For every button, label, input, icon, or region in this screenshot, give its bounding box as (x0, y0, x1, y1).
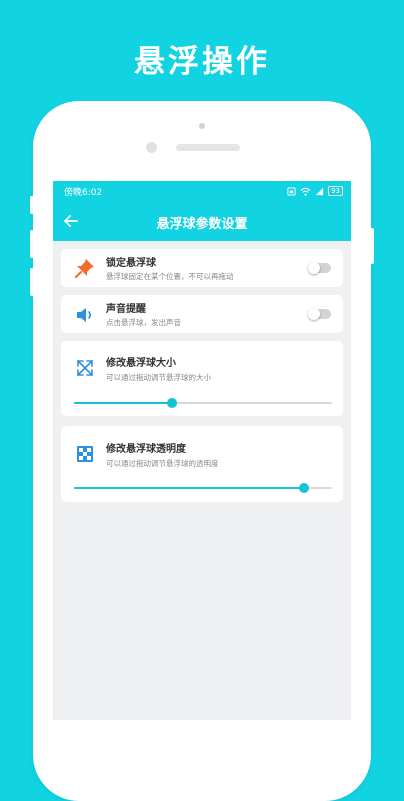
phone-camera (146, 142, 157, 153)
ball-opacity-slider-fill (74, 487, 304, 489)
status-time: 傍晚6:02 (64, 188, 103, 198)
ball-opacity-subtitle: 可以通过拖动调节悬浮球的透明度 (106, 459, 219, 468)
app-bar: 悬浮球参数设置 (53, 201, 351, 241)
sound-alert-toggle[interactable] (308, 308, 331, 320)
ball-size-subtitle: 可以通过拖动调节悬浮球的大小 (106, 373, 211, 382)
battery-indicator: 93 (328, 186, 343, 196)
transparency-grid-icon (77, 446, 93, 462)
lock-ball-subtitle: 悬浮球固定在某个位置，不可以再拖动 (106, 272, 234, 281)
lock-ball-toggle[interactable] (308, 262, 331, 274)
status-icons: 93 (287, 185, 343, 197)
status-bar: 傍晚6:02 93 (53, 181, 351, 201)
pushpin-icon (75, 259, 94, 278)
lock-ball-card: 锁定悬浮球 悬浮球固定在某个位置，不可以再拖动 (61, 249, 343, 287)
ball-size-title: 修改悬浮球大小 (106, 358, 176, 369)
toggle-knob (308, 262, 320, 274)
ball-opacity-title: 修改悬浮球透明度 (106, 444, 186, 455)
ball-size-slider[interactable] (74, 398, 332, 408)
sound-alert-card: 声音提醒 点击悬浮球，发出声音 (61, 295, 343, 333)
ball-size-slider-fill (74, 402, 173, 404)
headline: 悬浮操作 (134, 44, 270, 80)
toggle-knob (308, 308, 320, 320)
phone-speaker (176, 144, 240, 151)
ball-opacity-slider[interactable] (74, 483, 332, 493)
ball-size-slider-thumb[interactable] (167, 398, 178, 408)
page-title: 悬浮球参数设置 (156, 217, 248, 232)
resize-arrows-icon (77, 360, 93, 376)
ball-opacity-slider-thumb[interactable] (298, 483, 309, 493)
phone-screen: 傍晚6:02 93 悬浮球参数设置 锁定悬浮球 悬浮球固定在某个位置，不可以再拖… (53, 181, 351, 720)
phone-sensor (199, 123, 205, 129)
sound-alert-title: 声音提醒 (106, 304, 146, 315)
signal-icon (315, 187, 324, 195)
sim-icon (287, 186, 296, 196)
ball-opacity-card: 修改悬浮球透明度 可以通过拖动调节悬浮球的透明度 (61, 426, 343, 502)
sound-alert-subtitle: 点击悬浮球，发出声音 (106, 318, 181, 327)
speaker-icon (77, 308, 92, 322)
wifi-icon (300, 187, 311, 196)
ball-size-card: 修改悬浮球大小 可以通过拖动调节悬浮球的大小 (61, 341, 343, 416)
lock-ball-title: 锁定悬浮球 (106, 258, 156, 269)
